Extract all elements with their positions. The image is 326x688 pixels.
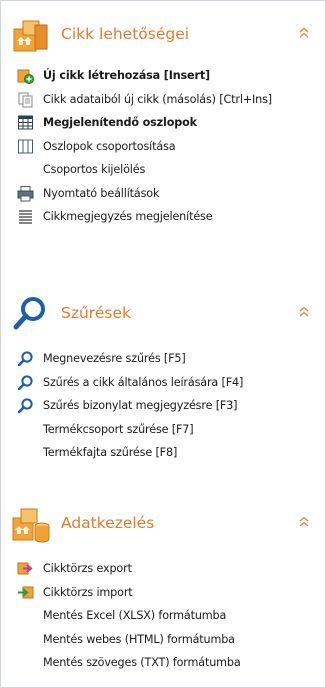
- section-header[interactable]: Cikk lehetőségei: [1, 13, 325, 57]
- magnifier-icon: [13, 297, 45, 330]
- menu-item-label: Megnevezésre szűrés [F5]: [43, 352, 186, 366]
- boxes-database-icon: [12, 508, 50, 543]
- section-items: Megnevezésre szűrés [F5] Szűrés a cikk á…: [1, 347, 325, 465]
- column-group-icon: [17, 138, 34, 155]
- menu-item-filter-name[interactable]: Megnevezésre szűrés [F5]: [1, 347, 325, 371]
- menu-item-group-columns[interactable]: Oszlopok csoportosítása: [1, 135, 325, 159]
- menu-item-label: Csoportos kijelölés: [43, 163, 146, 177]
- menu-item-label: Szűrés a cikk általános leírására [F4]: [43, 375, 244, 389]
- task-panel: Cikk lehetőségei Új cikk létrehozása [In…: [0, 0, 326, 688]
- double-chevron-up-icon[interactable]: [299, 516, 309, 528]
- copy-document-icon: [17, 91, 34, 108]
- menu-item-import[interactable]: Cikktörzs import: [1, 581, 325, 605]
- section-title: Szűrések: [61, 304, 131, 322]
- printer-icon: [17, 185, 34, 202]
- menu-item-label: Termékcsoport szűrése [F7]: [43, 422, 194, 436]
- menu-item-filter-description[interactable]: Szűrés a cikk általános leírására [F4]: [1, 371, 325, 395]
- section-header[interactable]: Szűrések: [1, 292, 325, 336]
- import-arrow-icon: [17, 584, 34, 601]
- menu-item-label: Mentés webes (HTML) formátumba: [43, 632, 235, 646]
- section-adatkezeles: Adatkezelés Cikktörzs export Cikktörzs i…: [1, 502, 325, 675]
- section-items: Új cikk létrehozása [Insert] Cikk adatai…: [1, 64, 325, 229]
- menu-item-printer-settings[interactable]: Nyomtató beállítások: [1, 182, 325, 206]
- menu-item-save-html[interactable]: Mentés webes (HTML) formátumba: [1, 628, 325, 652]
- section-cikk-lehetosegei: Cikk lehetőségei Új cikk létrehozása [In…: [1, 13, 325, 229]
- menu-item-show-note[interactable]: Cikkmegjegyzés megjelenítése: [1, 205, 325, 229]
- new-item-icon: [17, 67, 34, 85]
- menu-item-filter-product-type[interactable]: Termékfajta szűrése [F8]: [1, 441, 325, 465]
- menu-item-label: Nyomtató beállítások: [43, 186, 160, 200]
- menu-item-label: Cikktörzs import: [43, 585, 133, 599]
- section-szuresek: Szűrések Megnevezésre szűrés [F5] Szűrés…: [1, 292, 325, 465]
- menu-item-label: Szűrés bizonylat megjegyzésre [F3]: [43, 399, 238, 413]
- menu-item-group-select[interactable]: Csoportos kijelölés: [1, 158, 325, 182]
- section-header[interactable]: Adatkezelés: [1, 502, 325, 546]
- menu-item-save-xlsx[interactable]: Mentés Excel (XLSX) formátumba: [1, 604, 325, 628]
- menu-item-label: Cikk adataiból új cikk (másolás) [Ctrl+I…: [43, 92, 273, 106]
- menu-item-label: Mentés szöveges (TXT) formátumba: [43, 656, 241, 670]
- section-items: Cikktörzs export Cikktörzs import Mentés…: [1, 557, 325, 675]
- menu-item-label: Cikkmegjegyzés megjelenítése: [43, 210, 213, 224]
- columns-grid-icon: [17, 114, 34, 131]
- menu-item-filter-document-note[interactable]: Szűrés bizonylat megjegyzésre [F3]: [1, 394, 325, 418]
- search-icon: [17, 350, 34, 367]
- section-title: Cikk lehetőségei: [61, 25, 190, 43]
- search-icon: [17, 397, 34, 414]
- menu-item-copy-item[interactable]: Cikk adataiból új cikk (másolás) [Ctrl+I…: [1, 88, 325, 112]
- menu-item-label: Termékfajta szűrése [F8]: [43, 446, 178, 460]
- menu-item-label: Oszlopok csoportosítása: [43, 139, 176, 153]
- menu-item-label: Megjelenítendő oszlopok: [43, 116, 197, 130]
- menu-item-export[interactable]: Cikktörzs export: [1, 557, 325, 581]
- section-title: Adatkezelés: [61, 514, 155, 532]
- text-lines-icon: [17, 208, 34, 225]
- menu-item-label: Cikktörzs export: [43, 562, 132, 576]
- double-chevron-up-icon[interactable]: [299, 27, 309, 39]
- export-arrow-icon: [17, 560, 34, 577]
- menu-item-filter-product-group[interactable]: Termékcsoport szűrése [F7]: [1, 418, 325, 442]
- double-chevron-up-icon[interactable]: [299, 306, 309, 318]
- menu-item-visible-columns[interactable]: Megjelenítendő oszlopok: [1, 111, 325, 135]
- boxes-add-icon: [13, 20, 48, 52]
- menu-item-new-item[interactable]: Új cikk létrehozása [Insert]: [1, 64, 325, 88]
- menu-item-label: Új cikk létrehozása [Insert]: [43, 69, 211, 83]
- search-icon: [17, 374, 34, 391]
- menu-item-save-txt[interactable]: Mentés szöveges (TXT) formátumba: [1, 651, 325, 675]
- menu-item-label: Mentés Excel (XLSX) formátumba: [43, 609, 227, 623]
